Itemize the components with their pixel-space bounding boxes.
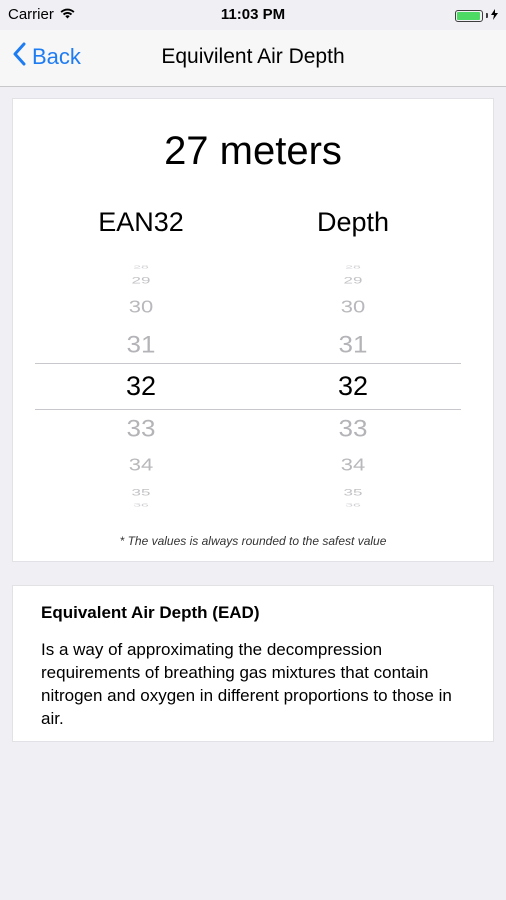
picker-item-selected[interactable]: 32 <box>41 372 241 400</box>
picker-item[interactable]: 33 <box>253 416 453 440</box>
picker-item[interactable]: 34 <box>41 456 241 473</box>
charging-bolt-icon <box>491 7 498 24</box>
status-bar: Carrier 11:03 PM <box>0 0 506 30</box>
picker-item[interactable]: 28 <box>41 265 241 269</box>
gas-mix-picker[interactable]: 28 29 30 31 32 33 34 35 36 <box>41 259 241 507</box>
depth-picker[interactable]: 28 29 30 31 32 33 34 35 36 <box>253 259 453 507</box>
picker-item[interactable]: 30 <box>253 298 453 315</box>
picker-item[interactable]: 33 <box>41 416 241 440</box>
navigation-bar: Back Equivilent Air Depth <box>0 30 506 87</box>
picker-item[interactable]: 31 <box>41 332 241 356</box>
description-title: Equivalent Air Depth (EAD) <box>41 603 260 622</box>
description-text: Is a way of approximating the decompress… <box>41 640 452 728</box>
picker-item[interactable]: 36 <box>253 503 453 507</box>
depth-header: Depth <box>316 207 390 237</box>
battery-tip <box>486 13 488 18</box>
gas-mix-header: EAN32 <box>98 207 184 237</box>
picker-item[interactable]: 35 <box>253 487 453 496</box>
status-time: 11:03 PM <box>220 6 286 23</box>
description-card: Equivalent Air Depth (EAD) Is a way of a… <box>12 585 494 742</box>
calculator-card: 27 meters EAN32 Depth 28 29 30 31 32 33 34 35 36… <box>12 98 494 562</box>
picker-item[interactable]: 30 <box>41 298 241 315</box>
picker-item[interactable]: 29 <box>253 275 453 284</box>
result-value: 27 meters <box>164 129 342 173</box>
picker-item[interactable]: 35 <box>41 487 241 496</box>
battery-indicator <box>455 7 498 24</box>
battery-fill <box>457 11 480 20</box>
picker-item-selected[interactable]: 32 <box>253 372 453 400</box>
battery-icon <box>455 9 483 22</box>
picker-item[interactable]: 29 <box>41 275 241 284</box>
page-title: Equivilent Air Depth <box>161 45 345 68</box>
picker-item[interactable]: 28 <box>253 265 453 269</box>
picker-item[interactable]: 36 <box>41 503 241 507</box>
picker-item[interactable]: 31 <box>253 332 453 356</box>
picker-item[interactable]: 34 <box>253 456 453 473</box>
picker: 28 29 30 31 32 33 34 35 36 28 29 30 31 32 33 34 35 36 <box>35 259 461 507</box>
footnote: * The values is always rounded to the sa… <box>119 534 387 548</box>
